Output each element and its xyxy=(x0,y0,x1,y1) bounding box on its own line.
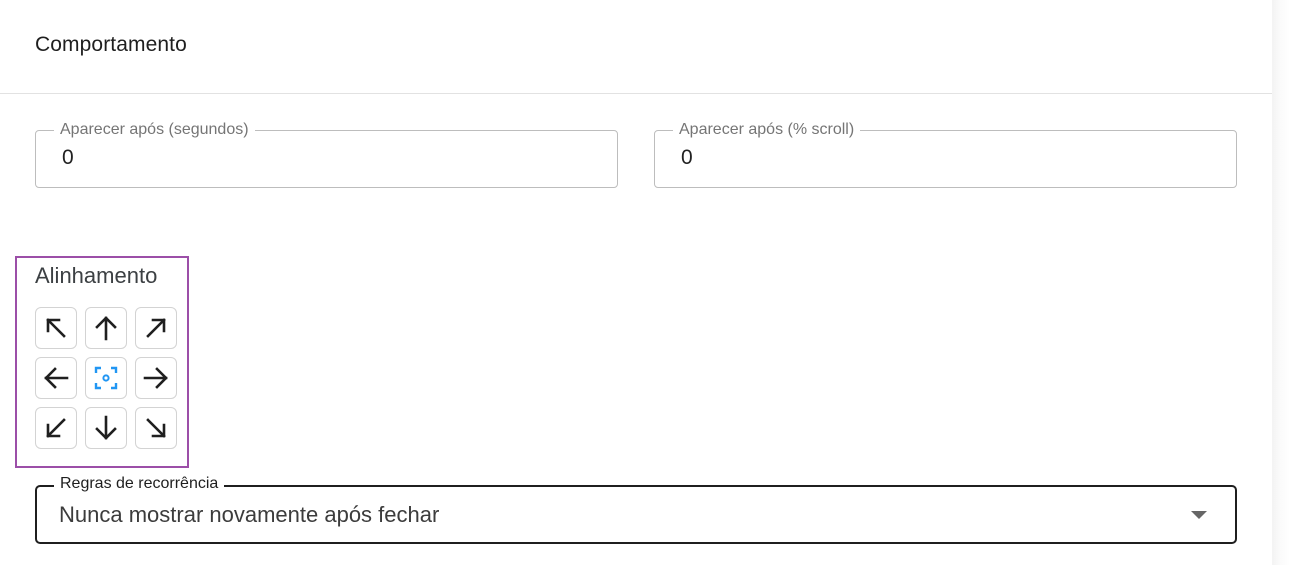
dropdown-caret-icon[interactable] xyxy=(1191,511,1207,519)
appear-after-scroll-label: Aparecer após (% scroll) xyxy=(673,120,861,140)
panel-edge-shadow xyxy=(1272,0,1290,565)
align-bottom-button[interactable] xyxy=(85,407,127,449)
arrow-right-icon xyxy=(143,367,168,389)
behavior-panel: Comportamento Aparecer após (segundos) 0… xyxy=(0,0,1273,565)
arrow-up-icon xyxy=(95,316,117,341)
recurrence-rules-value[interactable]: Nunca mostrar novamente após fechar xyxy=(59,502,439,528)
align-top-right-button[interactable] xyxy=(135,307,177,349)
align-top-button[interactable] xyxy=(85,307,127,349)
align-bottom-left-button[interactable] xyxy=(35,407,77,449)
align-center-button[interactable] xyxy=(85,357,127,399)
align-left-button[interactable] xyxy=(35,357,77,399)
recurrence-rules-label: Regras de recorrência xyxy=(54,474,225,494)
section-title: Comportamento xyxy=(35,33,187,56)
alignment-title: Alinhamento xyxy=(35,263,158,288)
arrow-up-left-icon xyxy=(46,318,66,338)
section-header: Comportamento xyxy=(0,0,1272,94)
arrow-down-left-icon xyxy=(46,418,66,438)
appear-after-scroll-value[interactable]: 0 xyxy=(681,146,693,170)
arrow-down-right-icon xyxy=(146,418,166,438)
arrow-up-right-icon xyxy=(146,318,166,338)
recurrence-rules-select[interactable]: Regras de recorrência Nunca mostrar nova… xyxy=(35,474,1237,544)
appear-after-seconds-field[interactable]: Aparecer após (segundos) 0 xyxy=(35,120,618,188)
align-right-button[interactable] xyxy=(135,357,177,399)
arrow-left-icon xyxy=(44,367,69,389)
align-top-left-button[interactable] xyxy=(35,307,77,349)
align-bottom-right-button[interactable] xyxy=(135,407,177,449)
arrow-down-icon xyxy=(95,415,117,440)
alignment-grid xyxy=(35,307,177,449)
appear-after-scroll-field[interactable]: Aparecer após (% scroll) 0 xyxy=(654,120,1237,188)
appear-after-seconds-value[interactable]: 0 xyxy=(62,146,74,170)
center-focus-icon xyxy=(94,366,118,390)
appear-after-seconds-label: Aparecer após (segundos) xyxy=(54,120,255,140)
